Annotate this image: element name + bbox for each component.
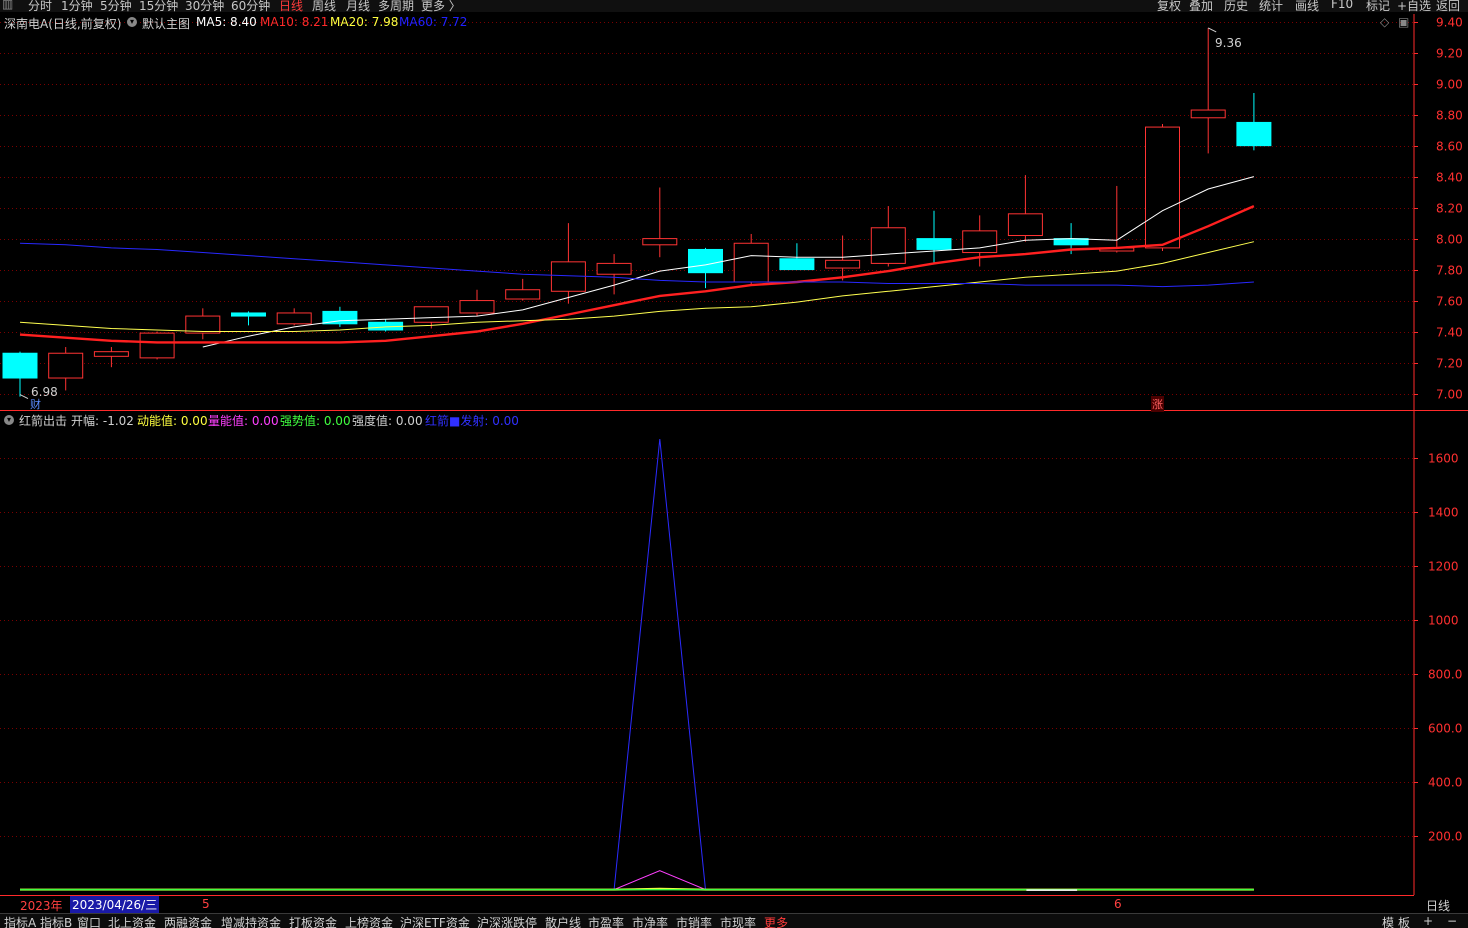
indicator-tick-label: 600.0: [1428, 722, 1462, 736]
bottom-tab-0[interactable]: 指标A: [4, 914, 36, 928]
main-tick-label: 9.20: [1436, 47, 1463, 61]
bottom-tab-4[interactable]: 两融资金: [164, 914, 212, 928]
ma-label-0: MA5: 8.40: [196, 15, 257, 29]
bottom-tab-10[interactable]: 散户线: [545, 914, 581, 928]
indicator-tick-label: 1600: [1428, 452, 1459, 466]
candle-body: [413, 306, 449, 323]
candle-body: [459, 300, 495, 314]
indicator-name[interactable]: 红箭出击: [19, 412, 67, 429]
ma-label-3: MA60: 7.72: [399, 15, 468, 29]
ma-label-1: MA10: 8.21: [260, 15, 329, 29]
indicator-tick-label: 1000: [1428, 614, 1459, 628]
indicator-tick-label: 800.0: [1428, 668, 1462, 682]
high-price-label: 9.36: [1215, 36, 1242, 50]
low-pointer: [19, 394, 29, 400]
main-tick-label: 8.00: [1436, 233, 1463, 247]
main-tick-label: 7.40: [1436, 326, 1463, 340]
indicator-param-2: 量能值: 0.00: [208, 414, 279, 428]
month-tick-6: 6: [1114, 897, 1122, 911]
ma-label-2: MA20: 7.98: [330, 15, 399, 29]
candle-body: [139, 332, 175, 359]
year-label: 2023年: [20, 899, 63, 913]
candle-body: [596, 262, 632, 275]
main-tick-label: 9.00: [1436, 78, 1463, 92]
candle-body: [779, 258, 815, 271]
candle-body: [2, 352, 38, 379]
main-tick-label: 8.20: [1436, 202, 1463, 216]
finance-marker[interactable]: 财: [30, 396, 41, 412]
bottom-right-button-1[interactable]: 板: [1398, 914, 1410, 928]
candle-body: [642, 238, 678, 246]
limit-up-marker[interactable]: 涨: [1151, 396, 1164, 412]
main-tick-label: 9.40: [1436, 16, 1463, 30]
cursor-date: 2023/04/26/三: [70, 896, 160, 913]
high-pointer: [1207, 27, 1217, 33]
candle-body: [505, 289, 541, 300]
bottom-tab-7[interactable]: 上榜资金: [345, 914, 393, 928]
main-tick-label: 7.20: [1436, 357, 1463, 371]
candle-body: [276, 312, 312, 325]
bottom-tab-9[interactable]: 沪深涨跌停: [477, 914, 537, 928]
dropdown-circle-icon[interactable]: ▾: [127, 17, 137, 27]
main-tick-label: 8.60: [1436, 140, 1463, 154]
main-tick-label: 7.00: [1436, 388, 1463, 402]
template-label[interactable]: 默认主图: [142, 15, 190, 32]
candle-body: [1053, 238, 1089, 246]
candle-body: [733, 242, 769, 283]
indicator-dropdown-icon[interactable]: ▾: [4, 415, 14, 425]
bottom-right-button-3[interactable]: −: [1447, 914, 1457, 928]
period-label: 日线: [1426, 899, 1451, 913]
candle-body: [962, 230, 998, 254]
bottom-tab-2[interactable]: 窗口: [77, 914, 101, 928]
candle-body: [93, 351, 129, 357]
candle-body: [231, 312, 266, 317]
bottom-right-button-2[interactable]: +: [1423, 914, 1433, 928]
bottom-tab-8[interactable]: 沪深ETF资金: [400, 914, 470, 928]
bottom-right-button-0[interactable]: 模: [1382, 914, 1394, 928]
bottom-tab-1[interactable]: 指标B: [40, 914, 72, 928]
candle-body: [916, 238, 952, 250]
main-tick-label: 7.80: [1436, 264, 1463, 278]
indicator-param-1: 动能值: 0.00: [137, 414, 208, 428]
candle-body: [870, 227, 906, 264]
stock-title: 深南电A(日线,前复权): [4, 17, 122, 31]
indicator-param-5: 红箭■发射: 0.00: [425, 414, 519, 428]
bottom-tab-6[interactable]: 打板资金: [289, 914, 337, 928]
candle-body: [1190, 109, 1226, 119]
bottom-tab-15[interactable]: 更多: [764, 914, 788, 928]
indicator-line-0: [20, 438, 1254, 891]
indicator-param-0: 开幅: -1.02: [71, 414, 134, 428]
bottom-tab-13[interactable]: 市销率: [676, 914, 712, 928]
indicator-tick-label: 1400: [1428, 506, 1459, 520]
indicator-tick-label: 400.0: [1428, 776, 1462, 790]
diamond-icon[interactable]: ◇: [1380, 15, 1389, 29]
indicator-param-4: 强度值: 0.00: [352, 414, 423, 428]
indicator-line-1: [20, 870, 1254, 891]
candle-body: [1236, 121, 1272, 147]
bottom-tab-12[interactable]: 市净率: [632, 914, 668, 928]
bottom-tab-bar: 指标A 指标B 窗口 北上资金 两融资金 增减持资金 打板资金 上榜资金 沪深ETF资金 沪深涨跌…: [0, 913, 1468, 928]
indicator-tick-label: 1200: [1428, 560, 1459, 574]
ma-line-MA5: [202, 176, 1255, 348]
bottom-tab-5[interactable]: 增减持资金: [221, 914, 281, 928]
main-tick-label: 8.40: [1436, 171, 1463, 185]
candle-body: [1145, 126, 1180, 249]
main-tick-label: 7.60: [1436, 295, 1463, 309]
candle-body: [185, 315, 221, 334]
bottom-tab-11[interactable]: 市盈率: [588, 914, 624, 928]
candle-body: [48, 352, 84, 379]
candle-body: [825, 259, 861, 269]
panel-toggle-icon[interactable]: ▣: [1398, 15, 1409, 29]
bottom-tab-14[interactable]: 市现率: [720, 914, 756, 928]
indicator-tick-label: 200.0: [1428, 830, 1462, 844]
kline-chart[interactable]: 7.00 7.20 7.40 7.60 7.80 8.00 8.20 8.40 8.60 8.80…: [0, 0, 1468, 927]
candle-body: [1007, 213, 1043, 237]
main-tick-label: 8.80: [1436, 109, 1463, 123]
month-tick-5: 5: [202, 897, 210, 911]
bottom-tab-3[interactable]: 北上资金: [108, 914, 156, 928]
indicator-param-3: 强势值: 0.00: [280, 414, 351, 428]
candle-body: [688, 248, 723, 274]
